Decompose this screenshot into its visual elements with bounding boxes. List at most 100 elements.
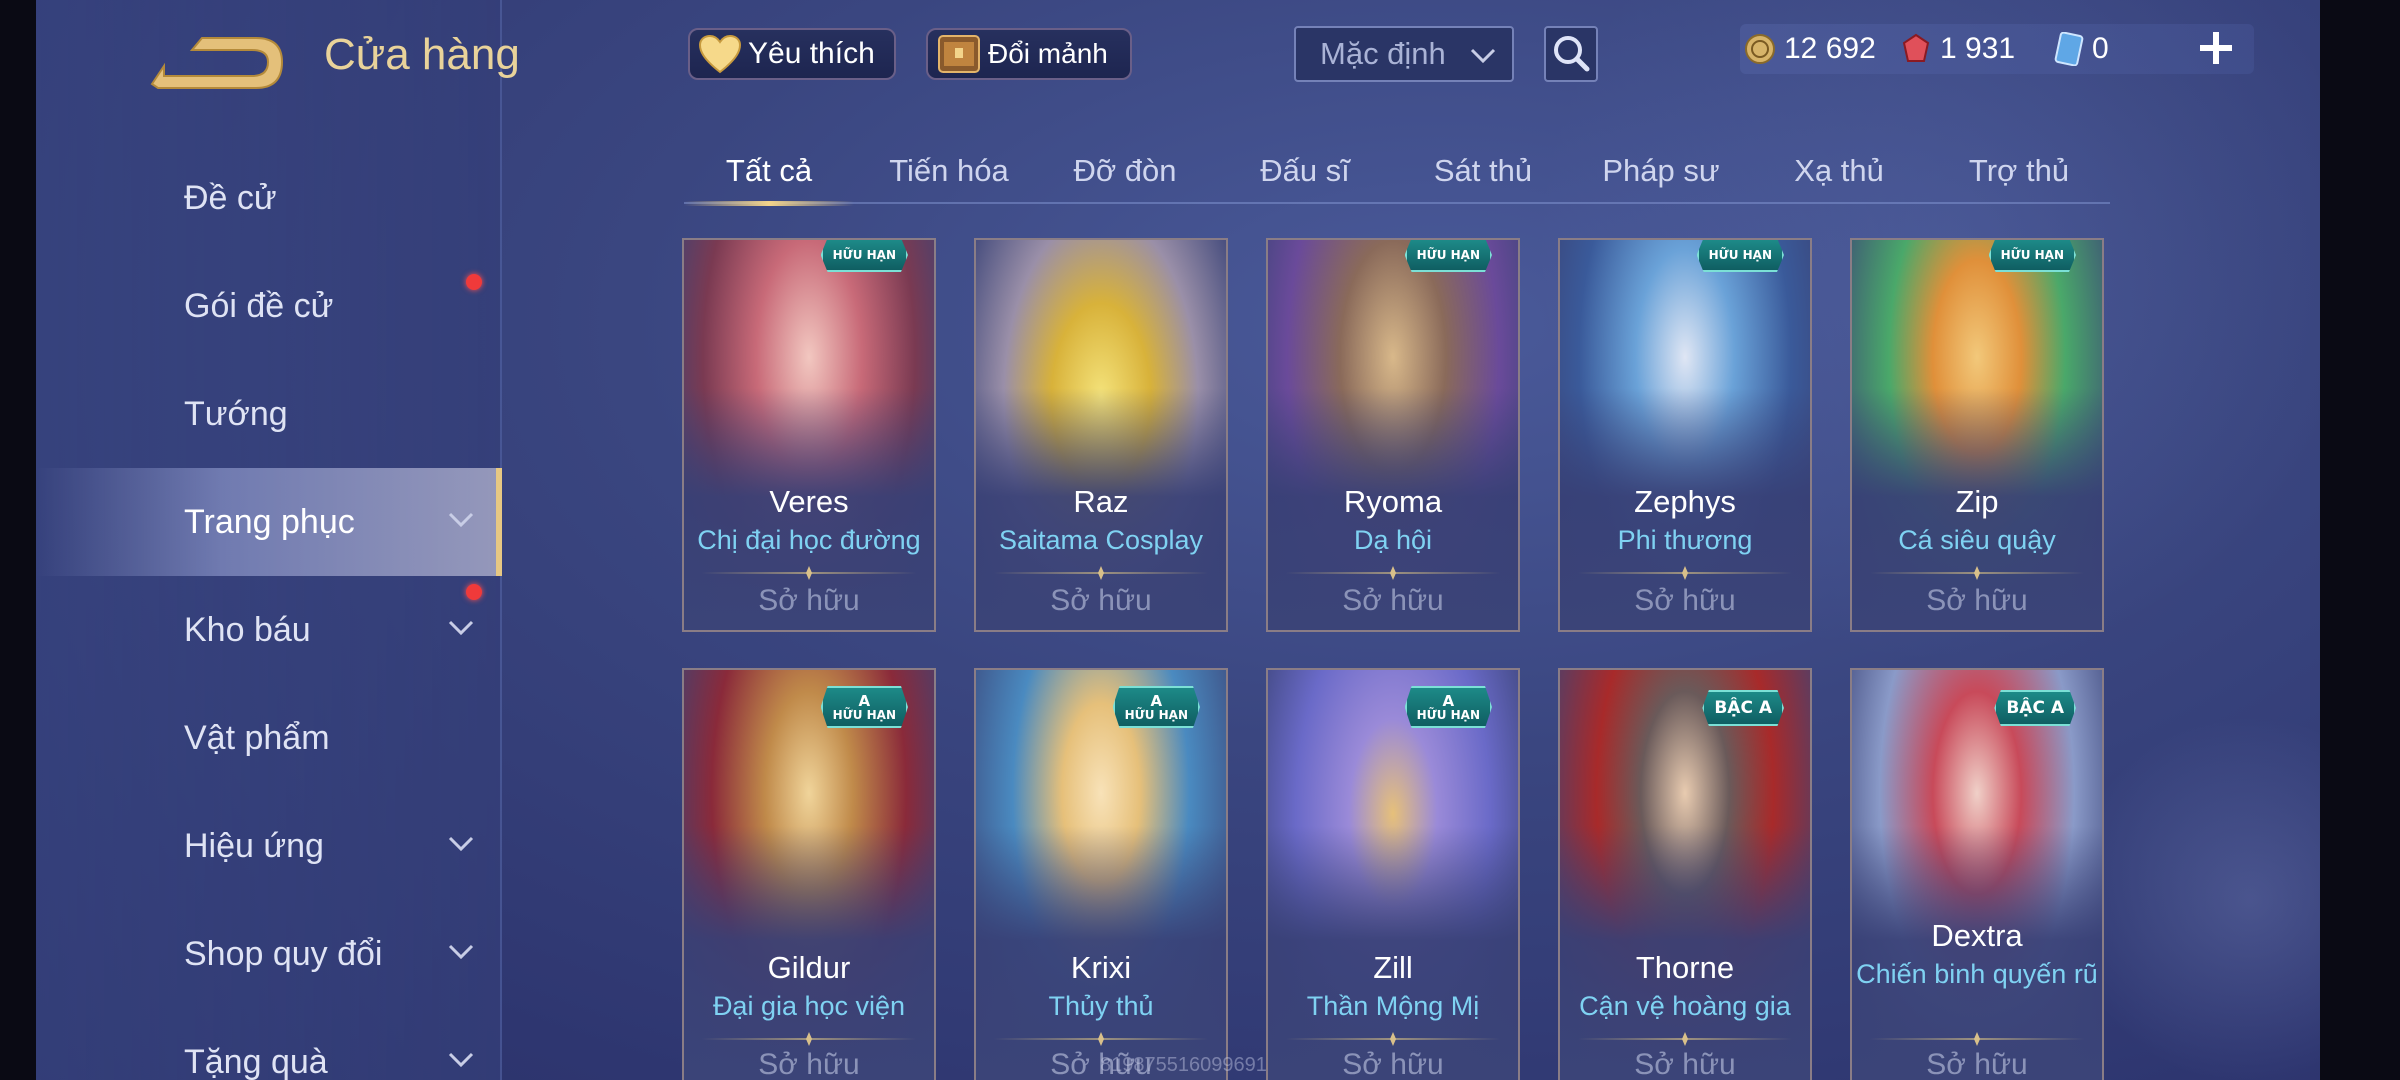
sidebar-item-label: Đề cử [184, 178, 277, 217]
skin-card-dextra[interactable]: BẬC A Dextra Chiến binh quyến rũ Sở hữu [1850, 668, 2104, 1080]
card-divider [1286, 572, 1500, 574]
rarity-tag: A HỮU HẠN [1112, 686, 1200, 728]
sidebar-item-label: Vật phẩm [184, 718, 330, 757]
hero-name: Veres [769, 484, 849, 519]
chevron-down-icon [448, 944, 474, 960]
hero-name: Zill [1373, 950, 1413, 985]
skin-name: Chị đại học đường [697, 525, 921, 555]
skin-name: Thủy thủ [1048, 991, 1154, 1021]
voucher-card-icon [2054, 32, 2084, 66]
sidebar-item-items[interactable]: Vật phẩm [36, 684, 502, 792]
skin-card-zip[interactable]: HỮU HẠN Zip Cá siêu quậy Sở hữu [1850, 238, 2104, 632]
sidebar-item-label: Gói đề cử [184, 286, 334, 325]
chevron-down-icon [1470, 48, 1496, 64]
sidebar-item-heroes[interactable]: Tướng [36, 360, 502, 468]
sidebar-item-gifts[interactable]: Tặng quà [36, 1008, 502, 1080]
card-divider [994, 572, 1208, 574]
tag-label: HỮU HẠN [1708, 248, 1772, 262]
chevron-down-icon [448, 1052, 474, 1068]
tab-fighter[interactable]: Đấu sĩ [1220, 140, 1390, 202]
screen-edge-left [0, 0, 36, 1080]
heart-icon [698, 34, 742, 74]
tab-mage[interactable]: Pháp sư [1576, 140, 1746, 202]
treasure-chest-icon [938, 35, 980, 73]
ruby-balance: 1 931 [1900, 24, 2015, 74]
tag-grade: A [1150, 691, 1163, 710]
sort-value: Mặc định [1320, 36, 1446, 71]
skin-card-zephys[interactable]: HỮU HẠN Zephys Phi thương Sở hữu [1558, 238, 1812, 632]
sidebar-item-treasure[interactable]: Kho báu [36, 576, 502, 684]
sidebar-item-label: Kho báu [184, 610, 311, 649]
owned-status: Sở hữu [1342, 584, 1444, 617]
rarity-tag: A HỮU HẠN [1404, 686, 1492, 728]
card-divider [1286, 1038, 1500, 1040]
hero-name: Dextra [1931, 918, 2023, 953]
skin-card-zill[interactable]: A HỮU HẠN Zill Thần Mộng Mị Sở hữu [1266, 668, 1520, 1080]
sidebar-item-label: Tướng [184, 394, 288, 433]
owned-status: Sở hữu [758, 1048, 860, 1080]
skin-card-veres[interactable]: HỮU HẠN Veres Chị đại học đường Sở hữu [682, 238, 936, 632]
sidebar-item-label: Trang phục [184, 502, 355, 541]
sidebar-item-exchange-shop[interactable]: Shop quy đổi [36, 900, 502, 1008]
skin-name: Phi thương [1617, 525, 1753, 555]
card-divider [702, 1038, 916, 1040]
sidebar-item-effects[interactable]: Hiệu ứng [36, 792, 502, 900]
screen-edge-right [2320, 0, 2400, 1080]
tag-label: BẬC A [2006, 697, 2064, 718]
card-divider [1870, 1038, 2084, 1040]
skin-card-thorne[interactable]: BẬC A Thorne Cận vệ hoàng gia Sở hữu [1558, 668, 1812, 1080]
hero-name: Raz [1073, 484, 1129, 519]
rarity-tag: BẬC A [1702, 690, 1784, 726]
tab-all[interactable]: Tất cả [684, 140, 854, 206]
sidebar-item-recommended[interactable]: Đề cử [36, 144, 502, 252]
tab-support[interactable]: Trợ thủ [1934, 140, 2104, 202]
hero-name: Krixi [1070, 950, 1132, 985]
skin-card-krixi[interactable]: A HỮU HẠN Krixi Thủy thủ Sở hữu [974, 668, 1228, 1080]
skin-name: Saitama Cosplay [998, 525, 1204, 555]
tab-marksman[interactable]: Xạ thủ [1754, 140, 1924, 202]
tab-tank[interactable]: Đỡ đòn [1040, 140, 1210, 202]
voucher-balance: 0 [2054, 24, 2109, 74]
sidebar-item-recommended-packs[interactable]: Gói đề cử [36, 252, 502, 360]
hero-name: Ryoma [1343, 484, 1443, 519]
tag-label: HỮU HẠN [1124, 707, 1188, 722]
card-divider [994, 1038, 1208, 1040]
skin-card-ryoma[interactable]: HỮU HẠN Ryoma Dạ hội Sở hữu [1266, 238, 1520, 632]
favorite-button[interactable]: Yêu thích [688, 28, 896, 80]
skin-card-gildur[interactable]: A HỮU HẠN Gildur Đại gia học viện Sở hữu [682, 668, 936, 1080]
sidebar-nav: Đề cử Gói đề cử Tướng Trang phục Kho báu… [36, 144, 502, 1080]
rarity-tag: HỮU HẠN [820, 240, 908, 272]
owned-status: Sở hữu [758, 584, 860, 617]
exchange-button[interactable]: Đổi mảnh [926, 28, 1132, 80]
owned-status: Sở hữu [1926, 584, 2028, 617]
tag-label: HỮU HẠN [832, 248, 896, 262]
plus-icon[interactable] [2196, 28, 2236, 68]
sidebar-item-label: Tặng quà [184, 1042, 328, 1080]
skin-name: Dạ hội [1353, 525, 1433, 555]
skin-card-raz[interactable]: Raz Saitama Cosplay Sở hữu [974, 238, 1228, 632]
voucher-amount: 0 [2092, 32, 2109, 65]
tab-assassin[interactable]: Sát thủ [1398, 140, 1568, 202]
card-divider [1578, 1038, 1792, 1040]
search-button[interactable] [1544, 26, 1598, 82]
sidebar-item-label: Hiệu ứng [184, 826, 324, 865]
tag-label: HỮU HẠN [1416, 248, 1480, 262]
category-tabs: Tất cả Tiến hóa Đỡ đòn Đấu sĩ Sát thủ Ph… [684, 140, 2110, 206]
sidebar-item-skins[interactable]: Trang phục [36, 468, 502, 576]
card-divider [702, 572, 916, 574]
notification-dot [466, 584, 482, 600]
tag-label: HỮU HẠN [832, 707, 896, 722]
card-divider [1870, 572, 2084, 574]
tag-label: HỮU HẠN [2000, 248, 2064, 262]
search-icon [1554, 36, 1590, 72]
owned-status: Sở hữu [1634, 1048, 1736, 1080]
owned-status: Sở hữu [1926, 1048, 2028, 1080]
hero-name: Thorne [1635, 950, 1735, 985]
skin-name: Cận vệ hoàng gia [1579, 991, 1791, 1021]
chevron-down-icon [448, 620, 474, 636]
tab-evolution[interactable]: Tiến hóa [864, 140, 1034, 202]
back-arrow-icon[interactable] [148, 32, 284, 92]
tag-label: HỮU HẠN [1416, 707, 1480, 722]
sort-dropdown[interactable]: Mặc định [1294, 26, 1514, 82]
rarity-tag: A HỮU HẠN [820, 686, 908, 728]
